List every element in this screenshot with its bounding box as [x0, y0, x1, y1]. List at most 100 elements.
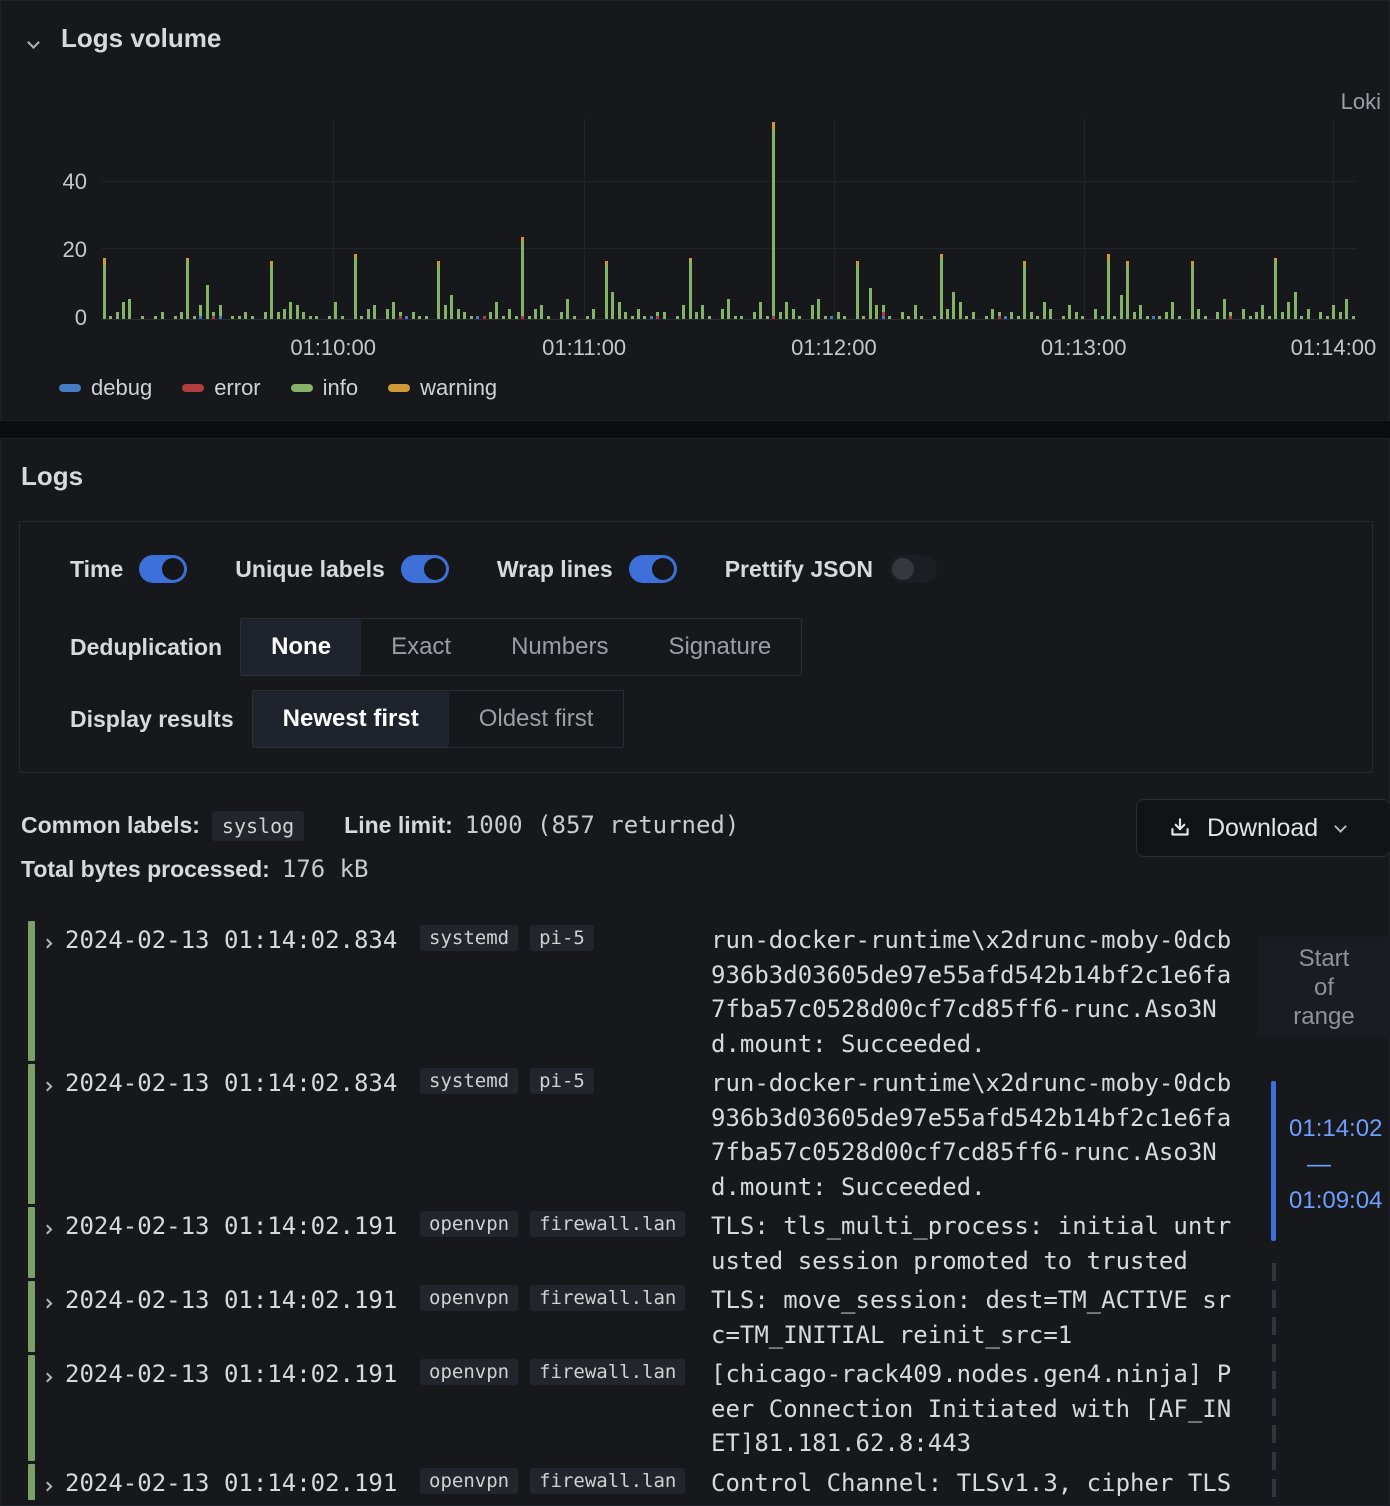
volume-bar [694, 312, 698, 319]
download-icon [1171, 818, 1189, 836]
legend-item-info[interactable]: info [290, 375, 358, 401]
volume-bar [1338, 312, 1342, 319]
x-tick-label: 01:14:00 [1290, 335, 1377, 360]
bar-segment-error [772, 315, 776, 319]
volume-bar [353, 254, 357, 319]
bar-segment-info [360, 315, 364, 319]
bar-segment-info [682, 305, 686, 319]
toggle-switch-wrap-lines[interactable] [628, 555, 677, 583]
page-range-from[interactable]: 01:14:02 [1289, 1115, 1390, 1143]
log-message: TLS: move_session: dest=TM_ACTIVE src=TM… [711, 1286, 1232, 1349]
volume-bar [1197, 308, 1201, 319]
dedup-option-none[interactable]: None [241, 619, 362, 675]
legend-item-debug[interactable]: debug [59, 375, 152, 401]
log-label-badge: firewall.lan [530, 1467, 686, 1494]
collapse-chevron-icon[interactable] [27, 34, 40, 52]
volume-bar [662, 312, 666, 319]
log-level-bar [28, 921, 35, 1061]
legend-item-warning[interactable]: warning [388, 375, 497, 401]
display-option-newest-first[interactable]: Newest first [252, 691, 449, 747]
bar-segment-info [1106, 261, 1110, 319]
bar-segment-info [836, 312, 840, 319]
volume-bar [154, 315, 158, 319]
bar-segment-info [128, 298, 132, 319]
log-label-badge: pi-5 [530, 1068, 594, 1094]
volume-bar [984, 315, 988, 319]
volume-bar [495, 302, 499, 319]
log-expand-chevron[interactable] [35, 1207, 65, 1278]
log-row[interactable]: 2024-02-13 01:14:02.191 openvpn firewall.l… [28, 1463, 1268, 1501]
log-expand-chevron[interactable] [35, 1464, 65, 1501]
log-row[interactable]: 2024-02-13 01:14:02.191 openvpn firewall.l… [28, 1281, 1268, 1352]
toggle-switch-unique-labels[interactable] [400, 555, 449, 583]
log-page-current-marker[interactable] [1271, 1081, 1276, 1241]
volume-bar [508, 308, 512, 319]
volume-bar [559, 312, 563, 319]
bar-segment-info [192, 315, 196, 319]
dedup-option-numbers[interactable]: Numbers [481, 619, 638, 675]
legend-item-error[interactable]: error [182, 375, 261, 401]
display-option-oldest-first[interactable]: Oldest first [449, 691, 624, 747]
y-tick-label: 40 [62, 169, 87, 194]
bar-segment-info [102, 264, 106, 319]
log-expand-chevron[interactable] [35, 1064, 65, 1204]
log-row[interactable]: 2024-02-13 01:14:02.191 openvpn firewall.l… [28, 1355, 1268, 1461]
bar-segment-info [244, 312, 248, 319]
bar-segment-info [1100, 315, 1104, 319]
volume-bar [913, 305, 917, 319]
volume-bar [1023, 261, 1027, 319]
volume-bar [624, 312, 628, 319]
volume-bar [102, 257, 106, 319]
log-expand-chevron[interactable] [35, 921, 65, 1061]
page-range-to[interactable]: 01:09:04 [1289, 1187, 1390, 1215]
bar-segment-info [250, 315, 254, 319]
bar-segment-info [1190, 264, 1194, 319]
bar-segment-info [424, 315, 428, 319]
volume-bar [868, 288, 872, 319]
x-axis-line [101, 319, 1356, 320]
volume-bar [469, 315, 473, 319]
volume-bar [572, 315, 576, 319]
bar-segment-info [1158, 315, 1162, 319]
bar-segment-error [1229, 315, 1233, 319]
volume-bar [385, 308, 389, 319]
log-expand-chevron[interactable] [35, 1355, 65, 1461]
volume-bar [778, 312, 782, 319]
bar-segment-info [572, 315, 576, 319]
toggle-switch-prettify-json[interactable] [888, 555, 937, 583]
volume-bar [733, 315, 737, 319]
dedup-option-exact[interactable]: Exact [361, 619, 481, 675]
bar-segment-info [1248, 315, 1252, 319]
log-row[interactable]: 2024-02-13 01:14:02.834 systemd pi-5 run-do… [28, 921, 1268, 1061]
volume-bar [405, 315, 409, 319]
bar-segment-error [521, 315, 525, 319]
log-row[interactable]: 2024-02-13 01:14:02.191 openvpn firewall.l… [28, 1207, 1268, 1278]
toggle-switch-time[interactable] [139, 555, 188, 583]
volume-bar [308, 315, 312, 319]
volume-bar [637, 308, 641, 319]
bar-segment-info [855, 264, 859, 319]
bar-segment-info [624, 312, 628, 319]
bar-segment-debug [218, 315, 222, 319]
volume-bar [958, 302, 962, 319]
volume-bar [373, 305, 377, 319]
log-expand-chevron[interactable] [35, 1281, 65, 1352]
volume-bar [115, 312, 119, 319]
volume-bar [237, 315, 241, 319]
volume-bar [109, 315, 113, 319]
log-level-bar [28, 1064, 35, 1204]
download-button[interactable]: Download [1136, 799, 1390, 857]
bar-segment-info [984, 315, 988, 319]
volume-bar [276, 312, 280, 319]
volume-bar [360, 315, 364, 319]
bar-segment-info [456, 308, 460, 319]
bar-segment-info [611, 291, 615, 319]
bar-segment-info [752, 312, 756, 319]
dedup-option-signature[interactable]: Signature [638, 619, 801, 675]
bar-segment-info [199, 305, 203, 316]
volume-bar [1152, 315, 1156, 319]
bar-segment-info [1267, 315, 1271, 319]
bar-segment-info [1036, 315, 1040, 319]
log-row[interactable]: 2024-02-13 01:14:02.834 systemd pi-5 run-do… [28, 1064, 1268, 1204]
volume-bar [1094, 308, 1098, 319]
